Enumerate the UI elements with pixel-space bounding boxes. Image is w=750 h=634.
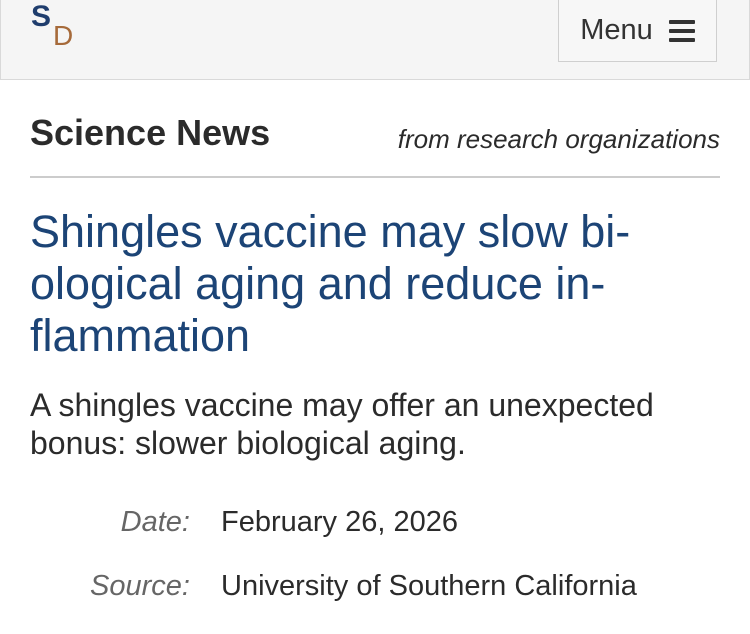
section-header: Science News from research organizations [30, 110, 720, 178]
menu-label: Menu [580, 14, 653, 46]
source-row: Source: University of Southern Californi… [0, 570, 750, 610]
logo-letter-d: D [53, 20, 74, 51]
article-headline: Shingles vaccine may slow bi­ological ag… [30, 206, 631, 361]
menu-button[interactable]: Menu [558, 0, 717, 62]
top-navigation-bar: S D Menu [0, 0, 750, 80]
hamburger-icon [668, 19, 695, 42]
logo-letter-s: S [31, 0, 52, 33]
date-value: February 26, 2026 [221, 506, 458, 538]
source-value: University of Southern California [221, 570, 637, 602]
section-subtitle: from research organizations [397, 124, 720, 154]
article-subheadline: A shingles vaccine may offer an unex­pec… [30, 387, 654, 461]
sciencedaily-logo[interactable]: S D [31, 2, 83, 54]
date-label: Date: [120, 506, 190, 538]
section-title[interactable]: Science News [30, 112, 270, 154]
source-label: Source: [90, 570, 190, 602]
date-row: Date: February 26, 2026 [0, 506, 750, 546]
